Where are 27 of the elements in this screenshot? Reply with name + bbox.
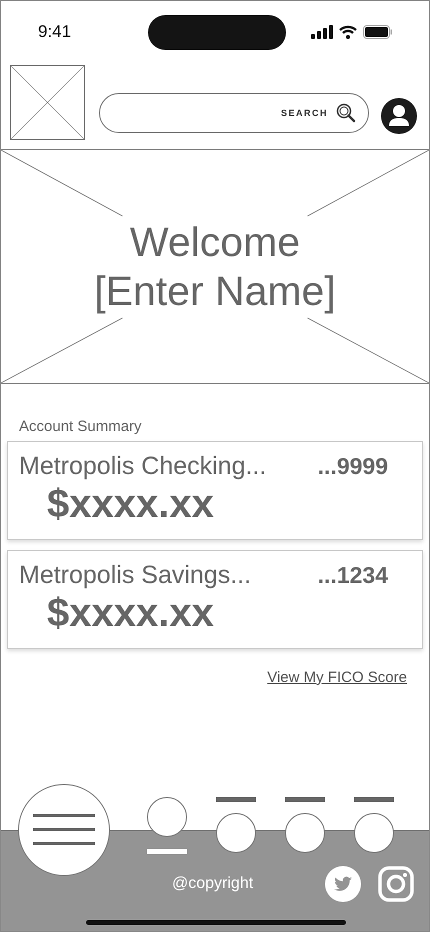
section-title: Account Summary [19, 418, 143, 435]
battery-icon [363, 25, 393, 39]
fico-link[interactable]: View My FICO Score [267, 669, 407, 686]
account-balance: $xxxx.xx [47, 590, 215, 636]
account-card[interactable]: Metropolis Checking... ...9999 $xxxx.xx [7, 441, 423, 540]
wifi-icon [339, 25, 357, 39]
account-name: Metropolis Checking... [19, 452, 266, 481]
search-icon [336, 103, 356, 123]
nav-tab[interactable] [216, 797, 256, 853]
account-number: ...1234 [318, 562, 388, 589]
profile-icon[interactable] [381, 98, 417, 134]
search-field[interactable]: SEARCH [99, 93, 369, 133]
signal-icon [311, 25, 333, 39]
name-heading: [Enter Name] [94, 266, 336, 316]
nav-tab[interactable] [285, 797, 325, 853]
menu-icon [33, 814, 95, 846]
bird-icon[interactable] [325, 866, 361, 902]
camera-icon[interactable] [378, 866, 414, 902]
welcome-heading: Welcome [130, 218, 300, 266]
account-number: ...9999 [318, 453, 388, 480]
nav-tab[interactable] [354, 797, 394, 853]
status-time: 9:41 [38, 22, 72, 42]
account-balance: $xxxx.xx [47, 481, 215, 527]
account-card[interactable]: Metropolis Savings... ...1234 $xxxx.xx [7, 550, 423, 649]
copyright-text: @copyright [172, 875, 254, 893]
account-name: Metropolis Savings... [19, 561, 252, 590]
nav-tab[interactable] [147, 797, 187, 854]
